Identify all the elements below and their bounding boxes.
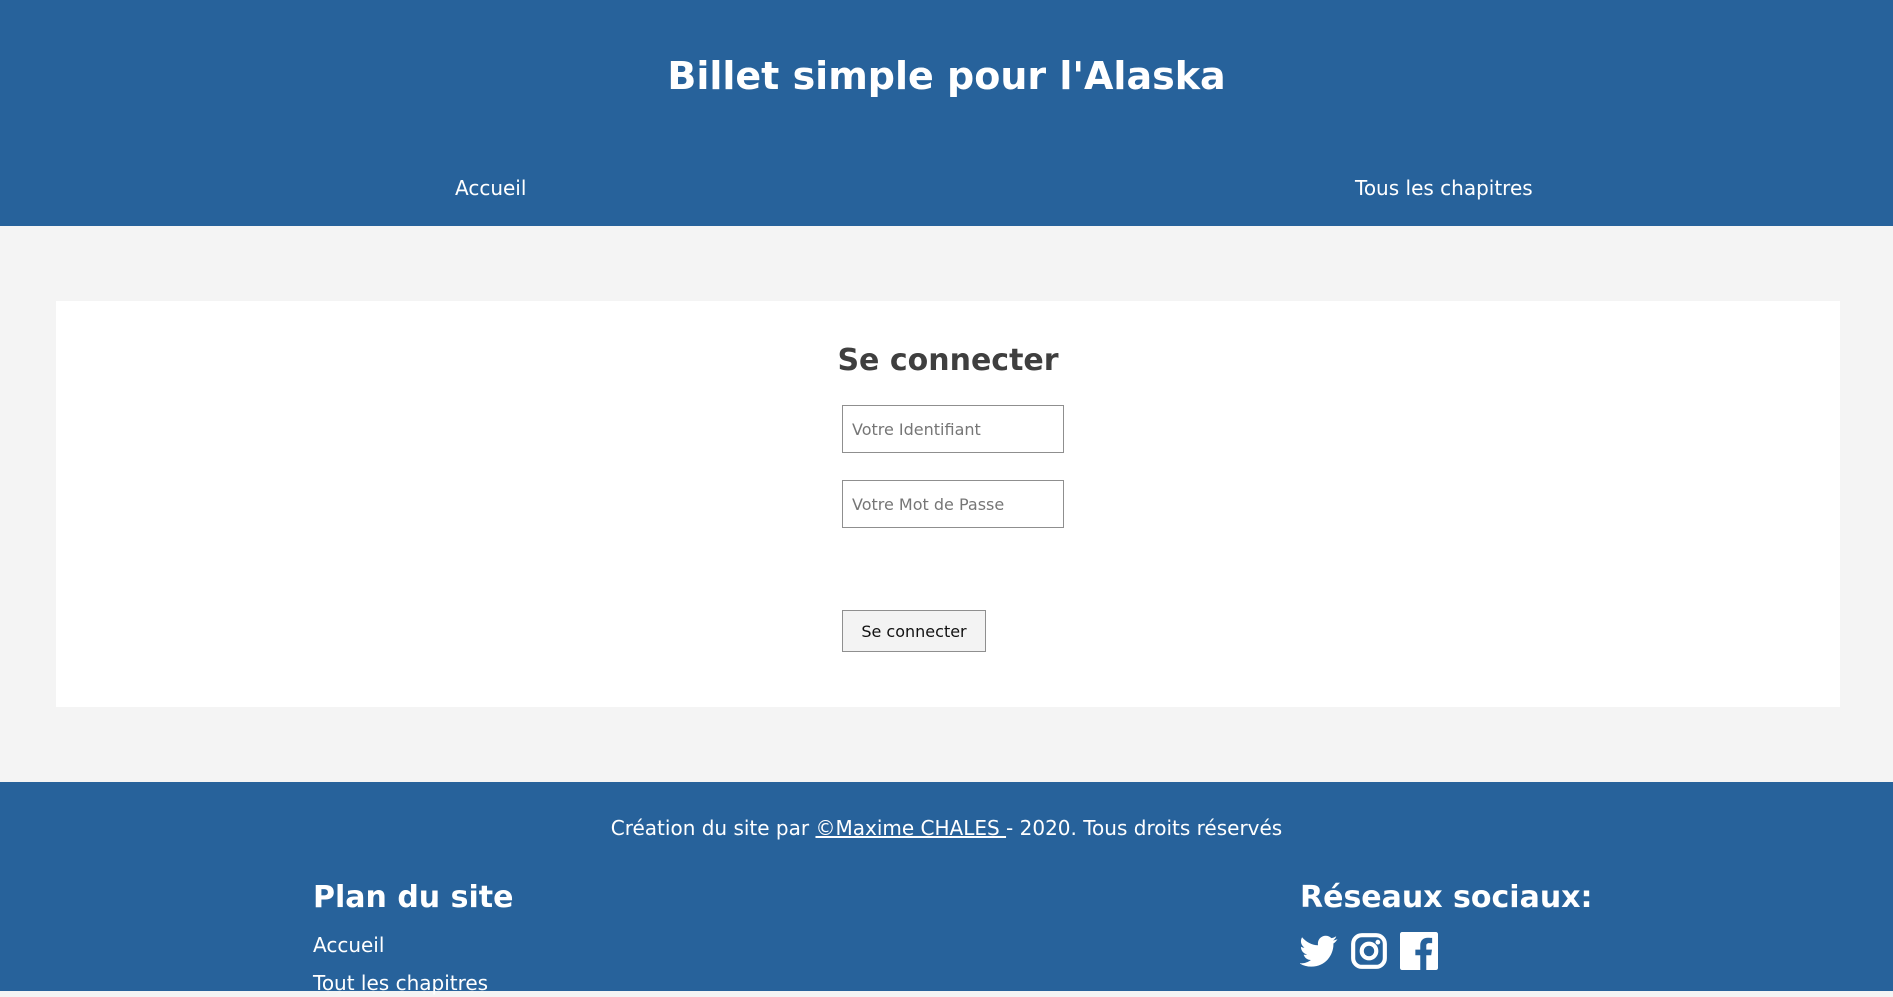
nav-link-chapters[interactable]: Tous les chapitres [1355,174,1533,202]
sitemap-title: Plan du site [313,880,514,915]
site-header: Billet simple pour l'Alaska Accueil Tous… [0,0,1893,226]
sitemap-link-chapters[interactable]: Tout les chapitres [313,969,488,997]
password-input[interactable] [842,480,1064,528]
login-title: Se connecter [837,343,1059,378]
nav-link-home[interactable]: Accueil [455,174,526,202]
author-link[interactable]: ©Maxime CHALES [815,816,1006,840]
facebook-icon[interactable] [1400,932,1438,970]
footer-credit: Création du site par ©Maxime CHALES - 20… [0,814,1893,842]
instagram-icon[interactable] [1350,932,1388,970]
social-icons [1300,932,1438,970]
site-title: Billet simple pour l'Alaska [667,54,1226,98]
site-footer: Création du site par ©Maxime CHALES - 20… [0,782,1893,995]
twitter-icon[interactable] [1300,932,1338,970]
username-input[interactable] [842,405,1064,453]
credit-prefix: Création du site par [610,816,816,840]
credit-suffix: - 2020. Tous droits réservés [1006,816,1283,840]
login-card: Se connecter Se connecter [56,301,1840,707]
login-button[interactable]: Se connecter [842,610,986,652]
sitemap-link-home[interactable]: Accueil [313,931,384,959]
social-title: Réseaux sociaux: [1300,880,1593,915]
